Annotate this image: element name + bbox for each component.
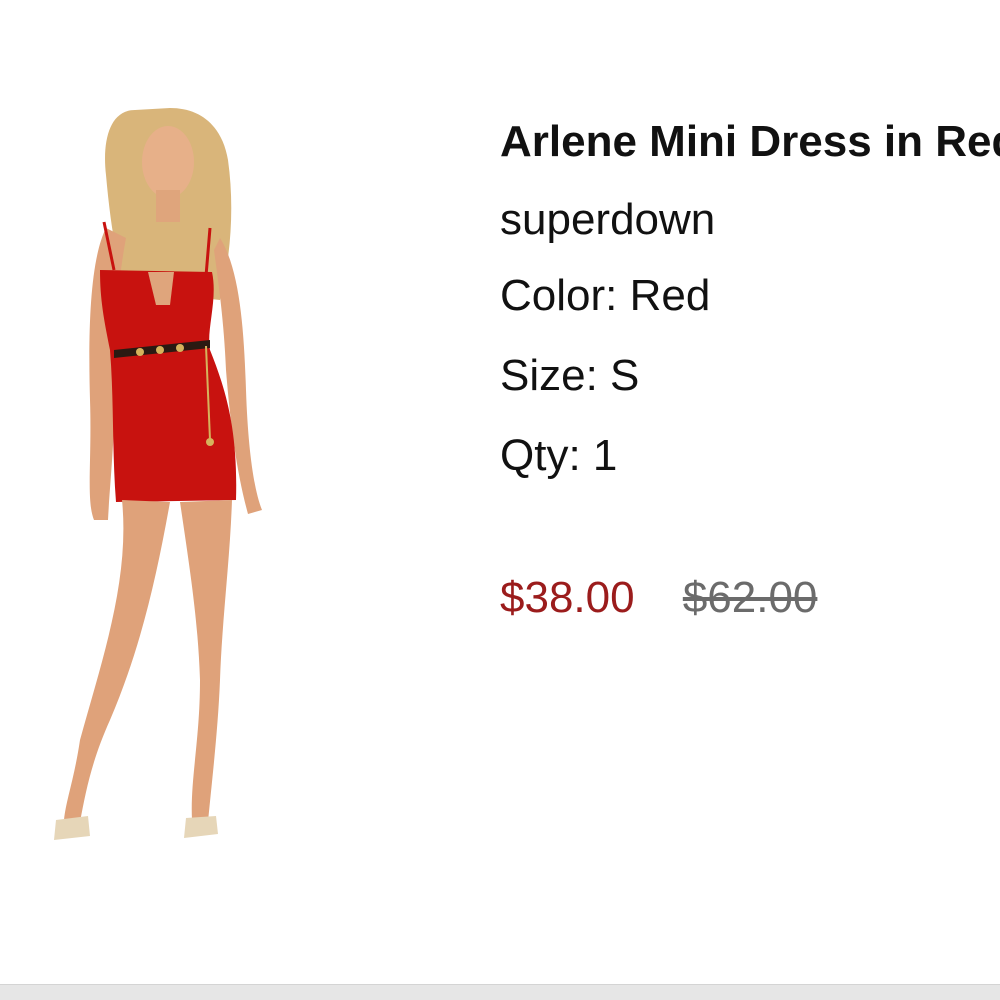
product-qty: Qty: 1 [500,431,618,480]
bottom-divider [0,984,1000,1000]
product-image[interactable] [30,100,320,870]
sale-price: $38.00 [500,573,635,622]
product-brand: superdown [500,195,716,244]
product-title[interactable]: Arlene Mini Dress in Red [500,110,1000,174]
original-price: $62.00 [682,573,818,622]
product-details: Arlene Mini Dress in Red superdown Color… [500,110,1000,628]
dress-photo-icon [54,108,262,840]
cart-item: Arlene Mini Dress in Red superdown Color… [0,0,1000,1000]
price-row: $38.00 $62.00 [500,568,1000,628]
product-size: Size: S [500,351,640,400]
product-color: Color: Red [500,271,711,320]
